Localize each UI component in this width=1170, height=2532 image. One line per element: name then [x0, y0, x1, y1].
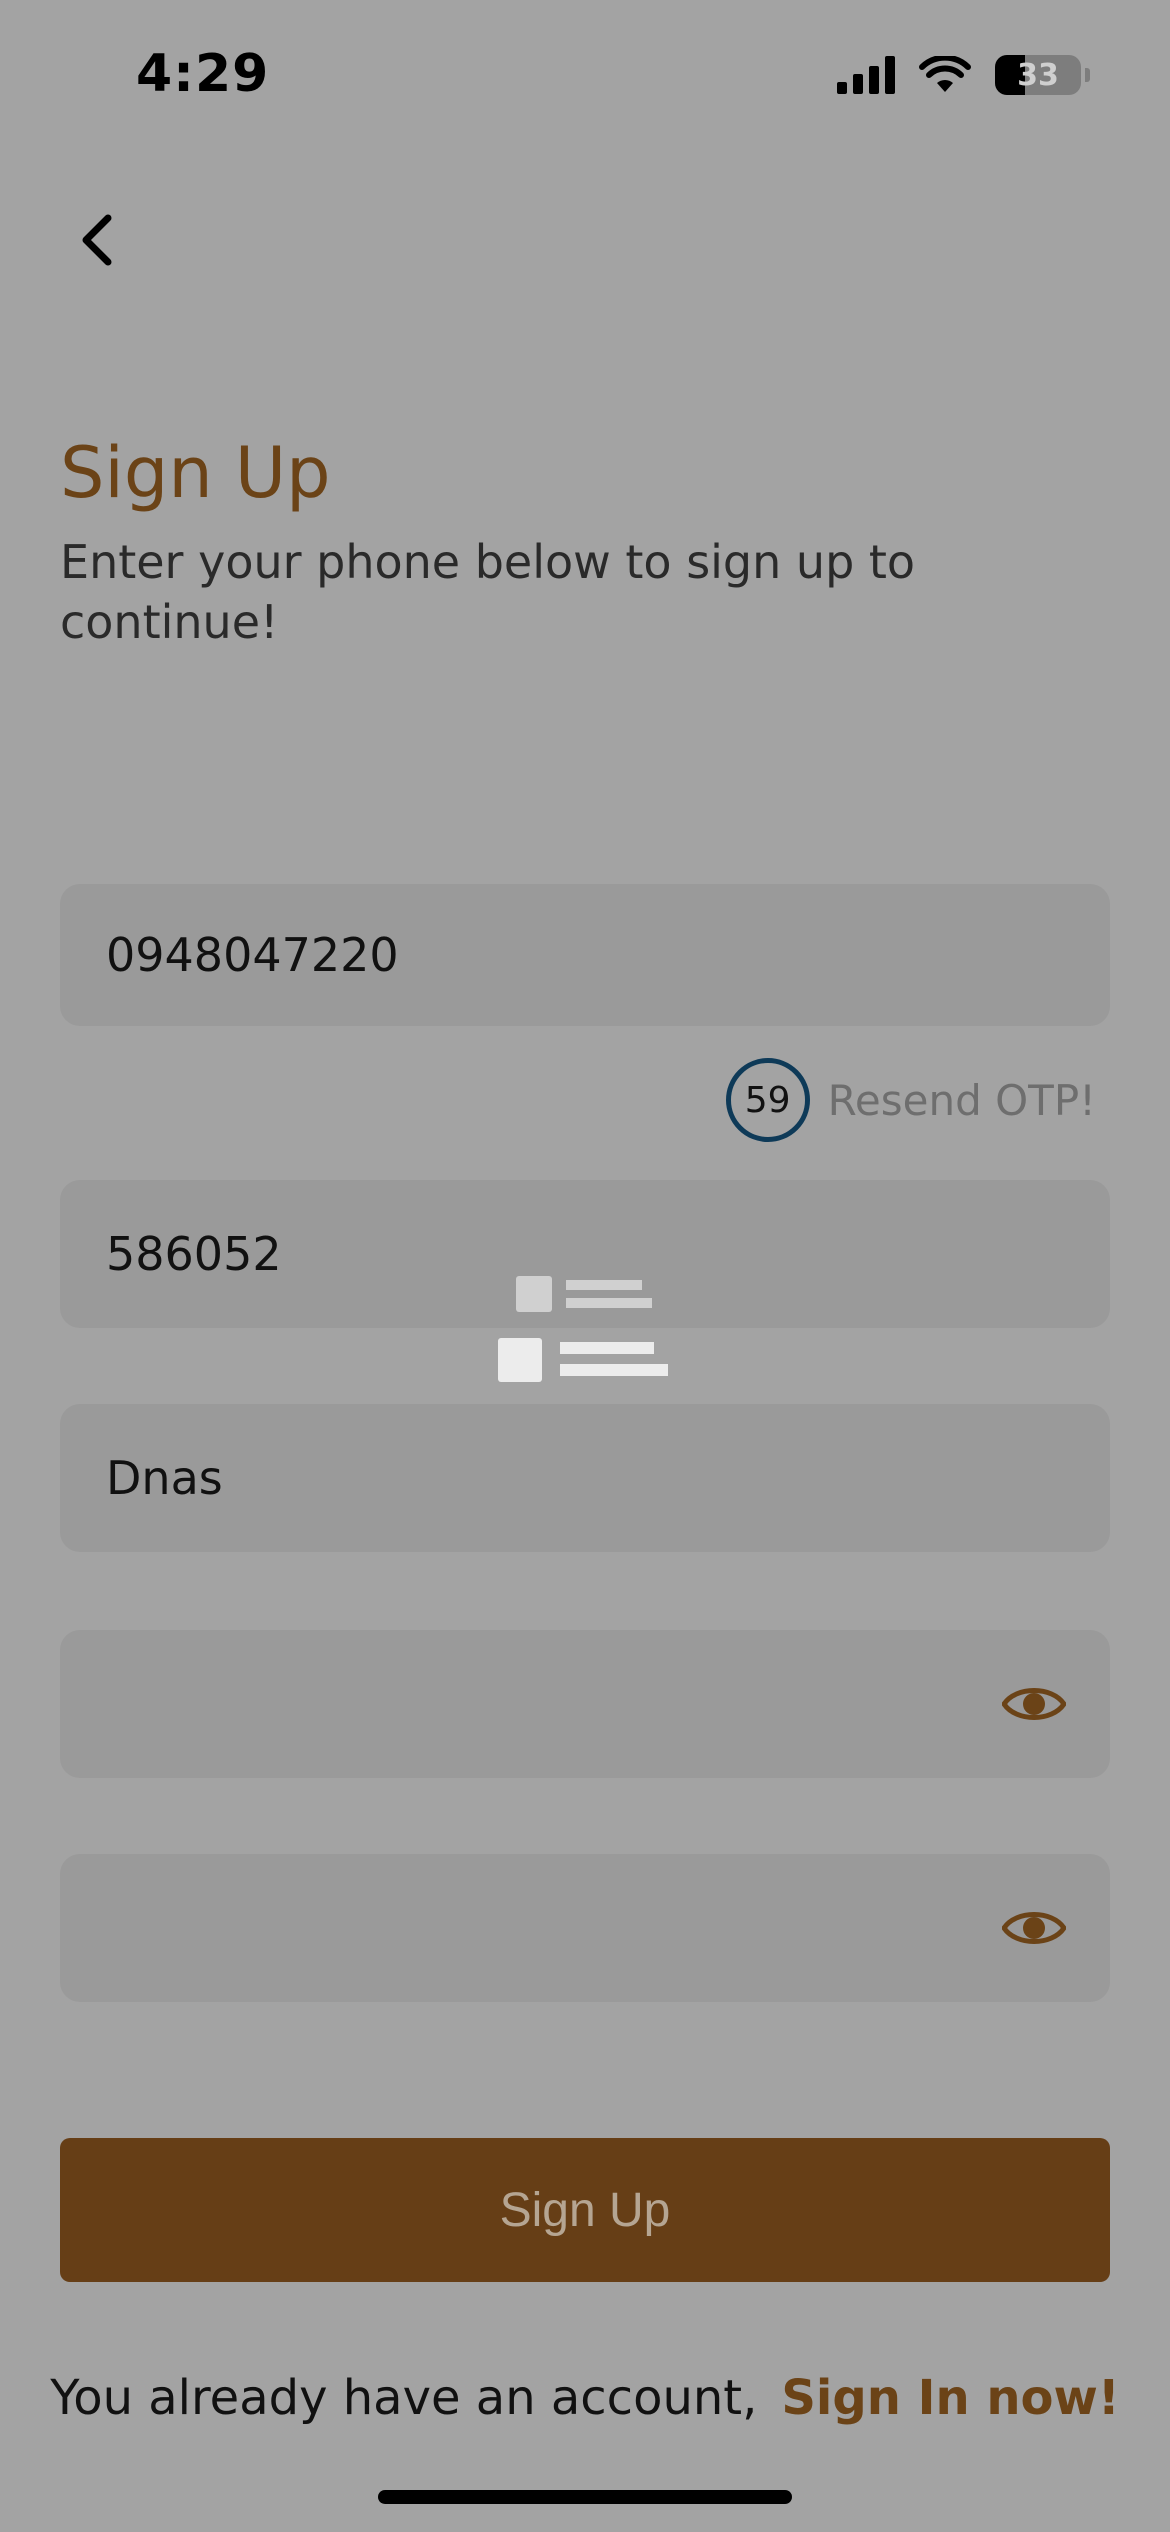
cellular-signal-icon: [837, 56, 895, 94]
status-time: 4:29: [136, 44, 270, 104]
name-input[interactable]: Dnas: [60, 1404, 1110, 1552]
otp-input-value: 586052: [106, 1227, 282, 1281]
loading-placeholder-icon: [498, 1276, 668, 1382]
password-input[interactable]: [60, 1630, 1110, 1778]
account-text: You already have an account,: [50, 2370, 758, 2426]
sign-in-prompt: You already have an account, Sign In now…: [0, 2370, 1170, 2426]
battery-tip: [1085, 68, 1090, 82]
sign-in-link[interactable]: Sign In now!: [781, 2370, 1119, 2426]
phone-input[interactable]: 0948047220: [60, 884, 1110, 1026]
battery-level: 33: [1017, 57, 1059, 93]
resend-otp-link[interactable]: Resend OTP!: [828, 1076, 1096, 1125]
chevron-left-icon: [82, 214, 112, 266]
eye-icon[interactable]: [1002, 1684, 1066, 1724]
otp-countdown-timer: 59: [725, 1058, 810, 1142]
otp-countdown-value: 59: [744, 1079, 791, 1121]
wifi-icon: [919, 56, 971, 92]
phone-input-value: 0948047220: [106, 928, 399, 982]
back-button[interactable]: [72, 210, 122, 270]
otp-resend-row: 59 Resend OTP!: [725, 1058, 1096, 1142]
page-subtitle: Enter your phone below to sign up to con…: [60, 535, 916, 649]
status-icons: 33: [837, 55, 1090, 95]
eye-icon[interactable]: [1002, 1908, 1066, 1948]
battery-icon: 33: [995, 55, 1081, 95]
home-indicator: [378, 2490, 792, 2504]
confirm-password-input[interactable]: [60, 1854, 1110, 2002]
page-title: Sign Up: [60, 432, 331, 514]
name-input-value: Dnas: [106, 1451, 223, 1505]
sign-up-button[interactable]: Sign Up: [60, 2138, 1110, 2282]
